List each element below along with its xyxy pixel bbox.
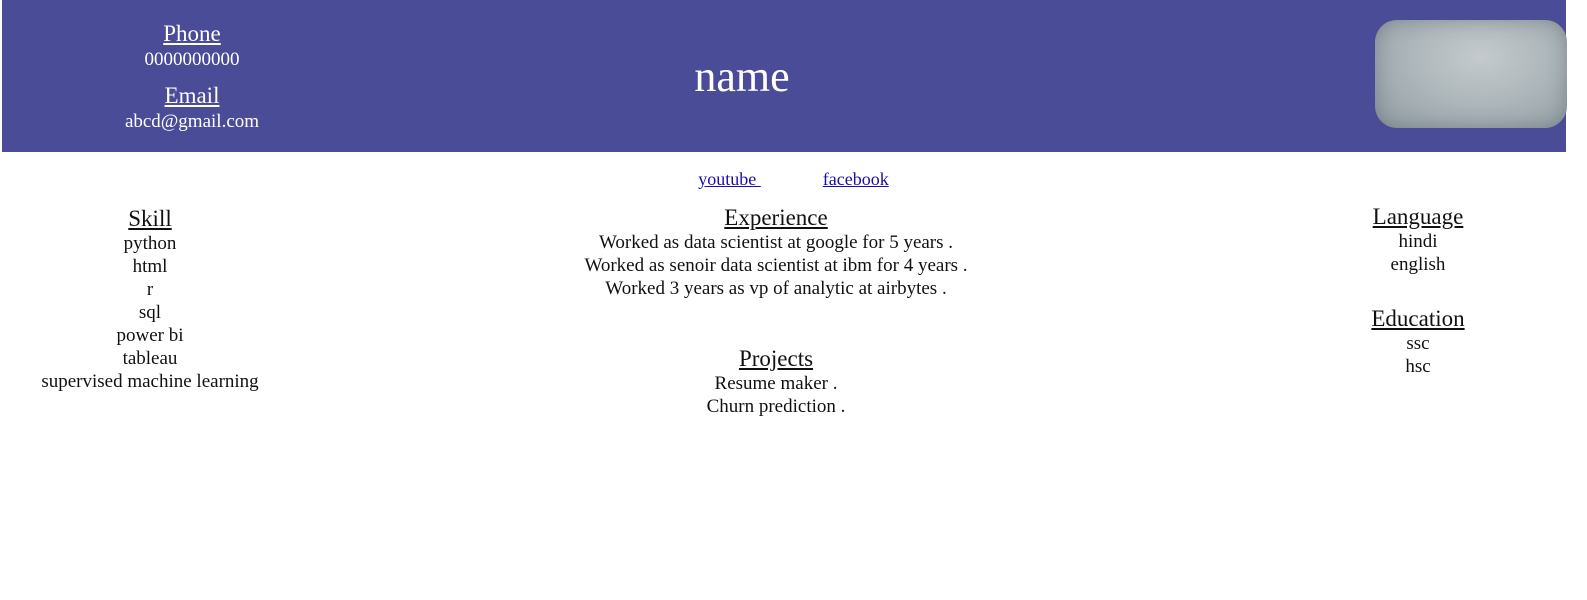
skill-item: supervised machine learning — [41, 371, 259, 392]
experience-item: Worked 3 years as vp of analytic at airb… — [605, 278, 947, 299]
language-item: english — [1390, 254, 1446, 275]
social-links: youtube facebook — [0, 168, 1587, 190]
person-name: name — [694, 52, 790, 101]
email-value: abcd@gmail.com — [124, 111, 260, 132]
skill-item: r — [146, 279, 154, 300]
skill-section: Skill python html r sql power bi tableau… — [20, 206, 280, 393]
experience-item: Worked as data scientist at google for 5… — [598, 232, 954, 253]
header-banner: Phone 0000000000 Email abcd@gmail.com na… — [2, 0, 1567, 152]
language-section: Language hindi english — [1318, 204, 1518, 276]
profile-photo — [1375, 20, 1567, 128]
education-heading: Education — [1371, 306, 1465, 331]
skill-item: power bi — [116, 325, 184, 346]
projects-heading: Projects — [738, 346, 814, 371]
skill-item: python — [123, 233, 177, 254]
experience-section: Experience Worked as data scientist at g… — [520, 205, 1032, 300]
education-item: hsc — [1405, 356, 1431, 377]
skill-heading: Skill — [128, 206, 172, 231]
experience-item: Worked as senoir data scientist at ibm f… — [584, 255, 968, 276]
projects-section: Projects Resume maker . Churn prediction… — [520, 346, 1032, 418]
phone-value: 0000000000 — [144, 49, 240, 70]
phone-label: Phone — [163, 21, 221, 46]
skill-item: sql — [138, 302, 162, 323]
facebook-link[interactable]: facebook — [823, 169, 889, 189]
language-heading: Language — [1372, 204, 1464, 229]
email-label: Email — [164, 83, 220, 108]
contact-info: Phone 0000000000 Email abcd@gmail.com — [92, 20, 292, 144]
education-item: ssc — [1406, 333, 1430, 354]
skill-item: tableau — [122, 348, 178, 369]
education-section: Education ssc hsc — [1318, 306, 1518, 378]
project-item: Resume maker . — [714, 373, 838, 394]
language-item: hindi — [1398, 231, 1438, 252]
resume-page: Phone 0000000000 Email abcd@gmail.com na… — [0, 0, 1587, 600]
youtube-link[interactable]: youtube — [698, 169, 761, 189]
experience-heading: Experience — [724, 205, 828, 230]
project-item: Churn prediction . — [706, 396, 846, 417]
skill-item: html — [132, 256, 168, 277]
